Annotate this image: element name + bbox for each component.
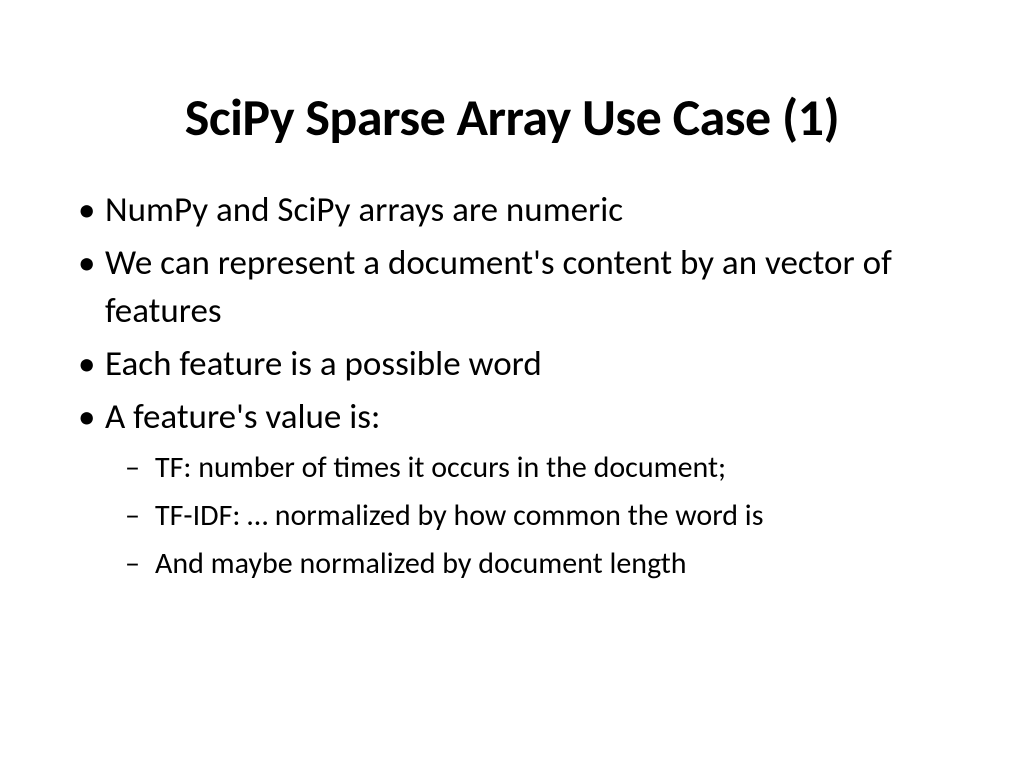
sub-bullet-item: And maybe normalized by document length — [75, 543, 949, 585]
bullet-item: NumPy and SciPy arrays are numeric — [75, 187, 949, 234]
main-bullet-list: NumPy and SciPy arrays are numeric We ca… — [75, 187, 949, 441]
sub-bullet-list: TF: number of times it occurs in the doc… — [75, 447, 949, 585]
sub-bullet-item: TF: number of times it occurs in the doc… — [75, 447, 949, 489]
bullet-item: Each feature is a possible word — [75, 341, 949, 388]
slide-title: SciPy Sparse Array Use Case (1) — [75, 85, 949, 149]
bullet-item: A feature's value is: — [75, 394, 949, 441]
bullet-item: We can represent a document's content by… — [75, 240, 949, 335]
sub-bullet-item: TF-IDF: … normalized by how common the w… — [75, 495, 949, 537]
